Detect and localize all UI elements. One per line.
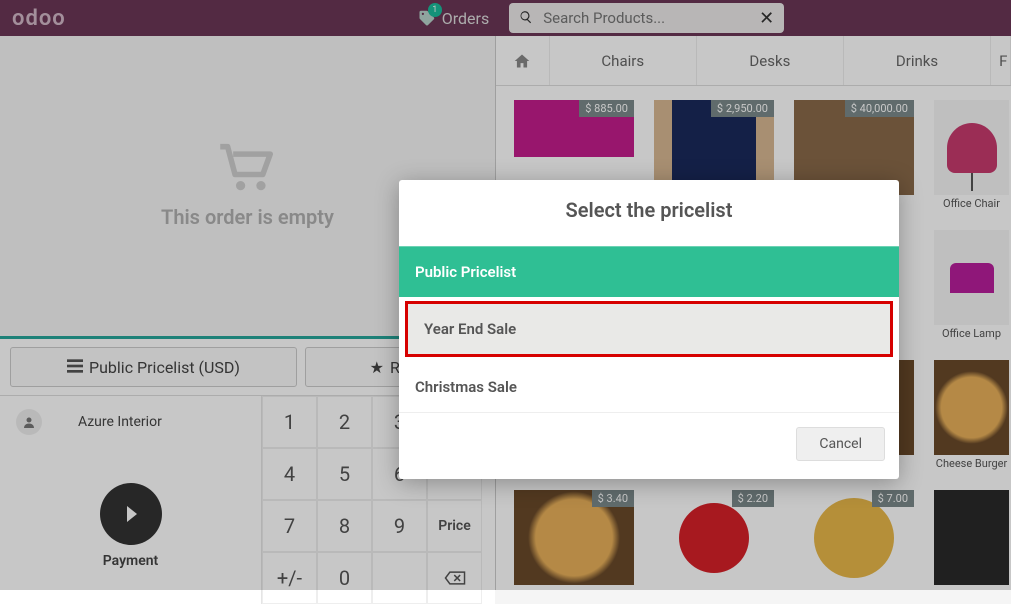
pricelist-option-public[interactable]: Public Pricelist: [399, 246, 899, 297]
pricelist-option-yearend[interactable]: Year End Sale: [405, 301, 893, 357]
modal-title: Select the pricelist: [399, 180, 899, 246]
pricelist-option-christmas[interactable]: Christmas Sale: [399, 361, 899, 412]
modal-footer: Cancel: [399, 412, 899, 479]
pricelist-modal: Select the pricelist Public Pricelist Ye…: [399, 180, 899, 479]
cancel-button[interactable]: Cancel: [796, 427, 885, 461]
